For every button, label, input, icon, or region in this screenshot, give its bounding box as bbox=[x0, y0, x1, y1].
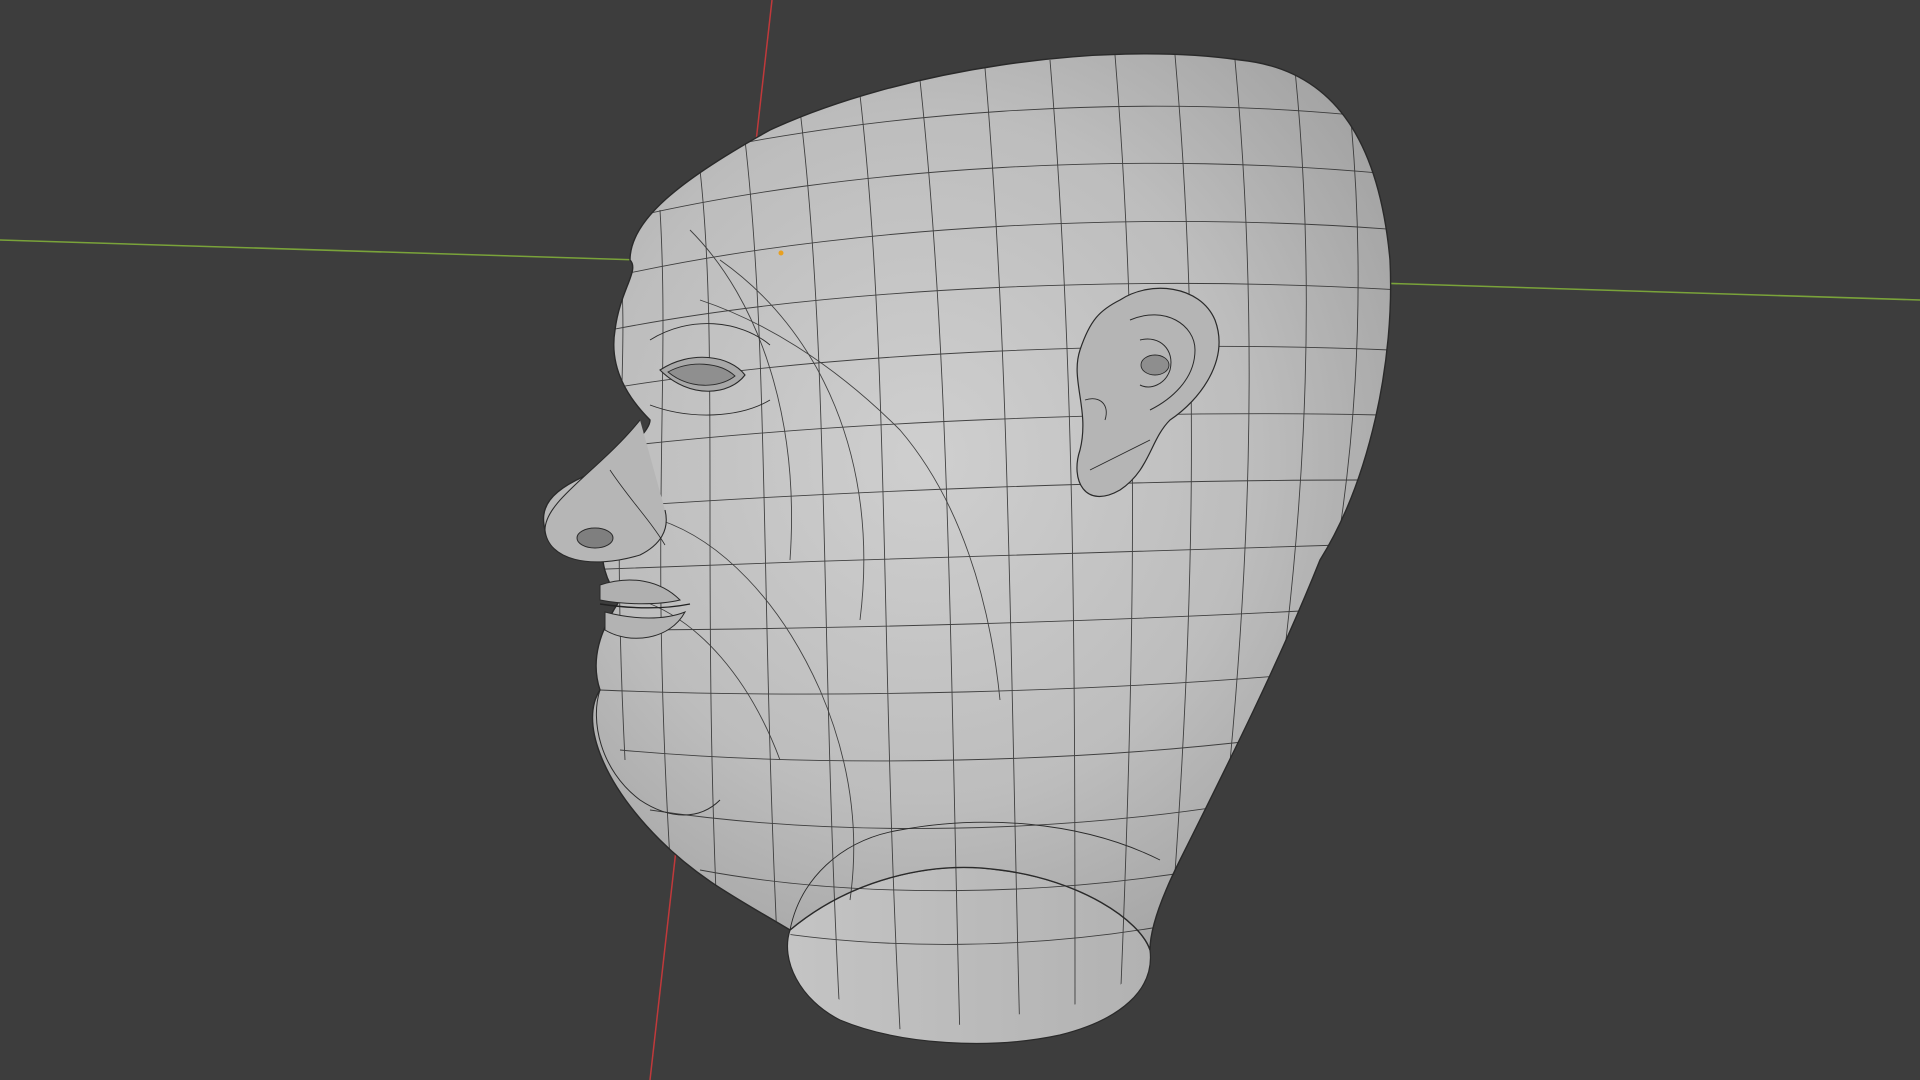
head-mesh[interactable] bbox=[542, 53, 1400, 1045]
origin-point[interactable] bbox=[778, 250, 784, 256]
head-surface bbox=[542, 53, 1392, 951]
viewport-canvas[interactable] bbox=[0, 0, 1920, 1080]
3d-viewport[interactable] bbox=[0, 0, 1920, 1080]
